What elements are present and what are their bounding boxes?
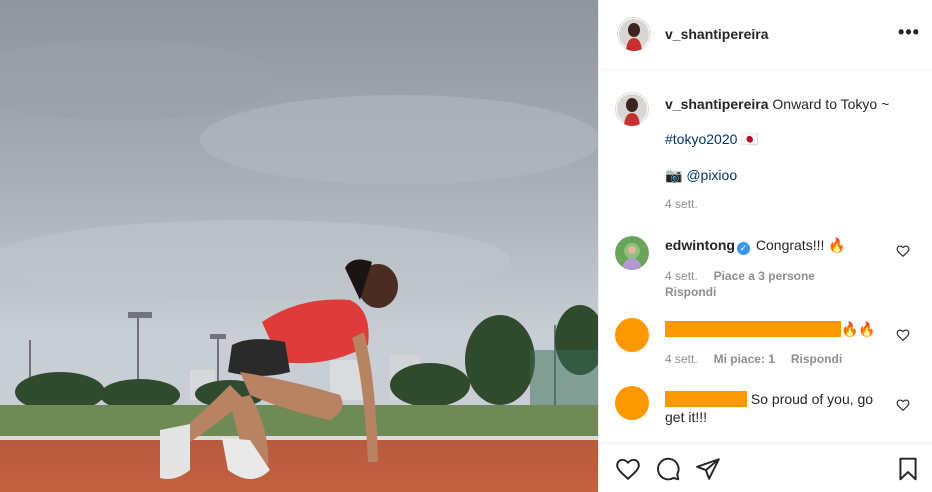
caption-mention[interactable]: @pixioo [686,167,737,183]
comment-username[interactable]: edwintong [665,237,735,253]
more-options-icon[interactable]: ••• [898,22,920,42]
camera-icon: 📷 [665,167,683,183]
comment-time[interactable]: 4 sett. [665,269,698,283]
comment-like-heart-icon[interactable] [896,244,910,258]
more-options-label: ••• [898,22,920,42]
caption-hashtag[interactable]: #tokyo2020 [665,131,737,147]
comment-avatar-redacted[interactable] [615,386,649,420]
post-view: v_shantipereira ••• v_shantipereira Onwa… [0,0,932,492]
post-caption: v_shantipereira Onward to Tokyo ~ #tokyo… [665,95,915,213]
comment-icon[interactable] [655,456,681,482]
author-username[interactable]: v_shantipereira [665,26,769,42]
redacted-username [665,321,841,337]
comment-item: So proud of you, go get it!!! [665,390,895,426]
comment-emoji: 🔥🔥 [841,321,876,337]
caption-username[interactable]: v_shantipereira [665,96,769,112]
post-action-bar [599,443,932,492]
heart-icon[interactable] [615,456,641,482]
caption-author-avatar[interactable] [615,92,649,126]
comment-like-heart-icon[interactable] [896,328,910,342]
author-avatar[interactable] [617,17,651,51]
comment-avatar[interactable] [615,236,649,270]
comment-text: Congrats!!! 🔥 [755,237,846,253]
flag-icon: 🇯🇵 [741,131,759,147]
reply-button[interactable]: Rispondi [791,352,842,366]
caption-time[interactable]: 4 sett. [665,195,915,213]
caption-text: Onward to Tokyo ~ [772,96,890,112]
comment-avatar-redacted[interactable] [615,318,649,352]
redacted-username [665,391,747,407]
sprinter-image [0,0,598,492]
post-photo[interactable] [0,0,598,492]
verified-badge-icon: ✓ [737,242,750,255]
reply-button[interactable]: Rispondi [665,285,885,299]
comment-likes[interactable]: Piace a 3 persone [714,269,815,283]
comment-likes[interactable]: Mi piace: 1 [714,352,775,366]
post-header: v_shantipereira ••• [599,0,932,70]
comment-item: 🔥🔥 4 sett. Mi piace: 1 Rispondi [665,320,895,368]
share-icon[interactable] [695,456,721,482]
comment-time[interactable]: 4 sett. [665,352,698,366]
post-details-panel: v_shantipereira ••• v_shantipereira Onwa… [598,0,932,492]
comment-item: edwintong ✓ Congrats!!! 🔥 4 sett. Piace a… [665,236,885,299]
bookmark-icon[interactable] [895,456,921,482]
comment-like-heart-icon[interactable] [896,398,910,412]
